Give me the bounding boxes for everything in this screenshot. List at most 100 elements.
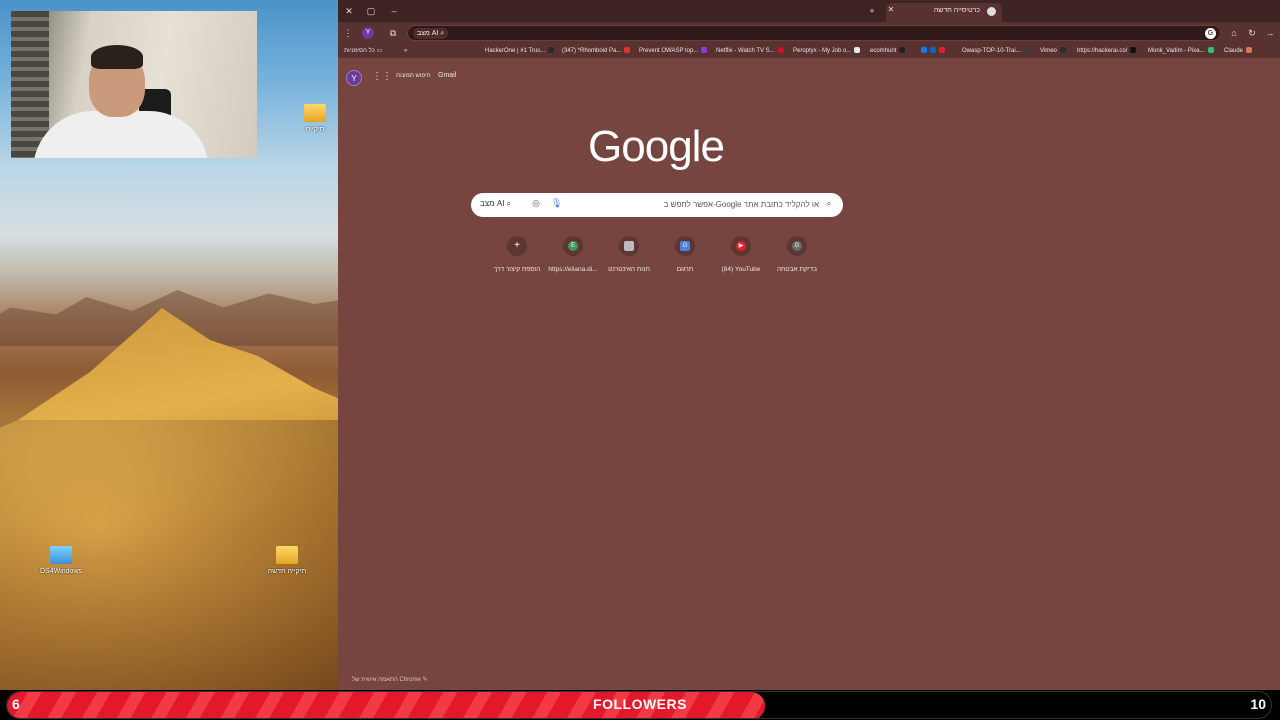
new-tab-icon[interactable]: + bbox=[865, 4, 879, 18]
bookmark-item[interactable]: https://hackerai.co/ bbox=[1077, 46, 1145, 56]
bookmark-item[interactable]: ecomhunt bbox=[870, 46, 914, 56]
bookmark-favicon-icon bbox=[854, 47, 861, 53]
shortcut-web-store[interactable]: חנות האינטרנט bbox=[601, 236, 657, 273]
bookmark-icon-group[interactable] bbox=[918, 46, 958, 56]
maximize-icon[interactable]: ▢ bbox=[364, 4, 378, 18]
desktop-icon-label: תיקייה חדשה bbox=[267, 568, 307, 575]
shortcut-security-check[interactable]: G בדיקת אבטחה bbox=[769, 236, 825, 273]
bookmark-item[interactable]: (347) *Rhomboid Pa... bbox=[562, 46, 632, 56]
bookmark-favicon-icon bbox=[1130, 47, 1137, 53]
netflix-icon bbox=[777, 47, 784, 53]
gmail-link[interactable]: Gmail bbox=[438, 72, 456, 79]
bookmark-item[interactable]: Vimeo bbox=[1040, 46, 1074, 56]
desktop-icon-new-folder[interactable]: תיקייה חדשה bbox=[258, 546, 316, 575]
bookmark-favicon-icon bbox=[548, 47, 555, 53]
ai-mode-chip-label: מצב AI bbox=[417, 30, 439, 37]
desktop-wallpaper: DS4Windows תיקייה חדשה תיקייה bbox=[0, 0, 338, 690]
all-bookmarks-label: כל הסימניות bbox=[344, 48, 375, 54]
bookmark-item[interactable]: Prevent OWASP top... bbox=[639, 46, 709, 56]
minimize-icon[interactable]: – bbox=[387, 4, 401, 18]
folder-icon bbox=[276, 546, 298, 564]
google-lens-icon[interactable]: G bbox=[1205, 28, 1216, 39]
bookmark-label: Owasp-TOP-10-Trai... bbox=[962, 48, 1021, 54]
bookmark-label: Vimeo bbox=[1040, 48, 1057, 54]
shortcut-bubble: G bbox=[787, 236, 807, 256]
desktop-icon-folder[interactable]: תיקייה bbox=[292, 104, 338, 133]
account-avatar[interactable]: Y bbox=[346, 70, 362, 86]
site-favicon-icon: E bbox=[568, 241, 578, 251]
facebook-icon bbox=[921, 47, 927, 53]
images-link[interactable]: חיפוש תמונות bbox=[396, 73, 431, 79]
ai-mode-button[interactable]: מצב AI ⌕ bbox=[480, 199, 511, 209]
shortcut-add[interactable]: + הוספת קיצור דרך bbox=[489, 236, 545, 273]
ai-mode-label: מצב AI bbox=[480, 199, 505, 208]
customize-chrome-label: התאמה אישית של Chrome bbox=[352, 677, 421, 683]
google-favicon-icon: G bbox=[792, 241, 802, 251]
linkedin-icon bbox=[930, 47, 936, 53]
youtube-icon bbox=[939, 47, 945, 53]
bookmark-item[interactable]: Claude bbox=[1224, 46, 1264, 56]
followers-goal: 10 bbox=[1250, 696, 1266, 712]
vimeo-icon bbox=[1059, 47, 1066, 53]
bookmark-label: ecomhunt bbox=[870, 48, 897, 54]
bookmark-item[interactable]: Monk_Vadim - Pixa... bbox=[1148, 46, 1220, 56]
bookmark-item[interactable]: HackerOne | #1 Trus... bbox=[485, 46, 555, 56]
tab-title: כרטיסייה חדשה bbox=[933, 7, 980, 14]
bookmark-favicon-icon bbox=[701, 47, 708, 53]
shortcut-bubble: + bbox=[507, 236, 527, 256]
person-shirt bbox=[33, 111, 209, 158]
search-box[interactable]: מצב AI ⌕ ◎ 🎙 אפשר לחפש ב-Google או להקלי… bbox=[471, 193, 843, 217]
bookmarks-bar: כל הסימניות ▭ « HackerOne | #1 Trus... (… bbox=[338, 44, 1280, 58]
profile-avatar[interactable]: Y bbox=[362, 27, 374, 39]
customize-chrome-button[interactable]: התאמה אישית של Chrome ✎ bbox=[352, 676, 428, 683]
pencil-icon: ✎ bbox=[422, 677, 428, 683]
google-lens-icon[interactable]: ◎ bbox=[530, 198, 542, 212]
bookmark-item[interactable]: Peroptyx - My Job o... bbox=[793, 46, 863, 56]
github-icon bbox=[1023, 47, 1030, 53]
shortcut-label: חנות האינטרנט bbox=[608, 266, 650, 273]
more-bookmarks-icon[interactable]: « bbox=[404, 46, 414, 56]
desktop-icon-ds4windows[interactable]: DS4Windows bbox=[32, 546, 90, 575]
apps-grid-icon[interactable]: ⋮⋮ bbox=[372, 71, 392, 83]
ai-mode-chip[interactable]: מצב AI ⌕ bbox=[413, 28, 449, 39]
tab-new-tab[interactable]: ✕ כרטיסייה חדשה bbox=[886, 3, 1002, 22]
webcam-overlay bbox=[11, 11, 257, 158]
home-icon[interactable]: ⌂ bbox=[1227, 26, 1241, 40]
shortcut-bubble: E bbox=[563, 236, 583, 256]
folder-icon: ▭ bbox=[376, 48, 383, 54]
microphone-icon[interactable]: 🎙 bbox=[551, 198, 562, 212]
chrome-favicon-icon bbox=[987, 7, 996, 16]
browser-toolbar: ⋮ Y ⧉ מצב AI ⌕ G ⌂ ↻ → bbox=[338, 22, 1280, 44]
back-arrow-icon[interactable]: → bbox=[1263, 26, 1277, 40]
all-bookmarks-button[interactable]: כל הסימניות ▭ bbox=[344, 46, 392, 56]
shortcut-label: (84) YouTube bbox=[721, 266, 761, 273]
claude-icon bbox=[1246, 47, 1253, 53]
shortcut-eliana[interactable]: E https://eliana.di... bbox=[545, 236, 601, 273]
plus-icon: + bbox=[514, 240, 520, 251]
shortcut-bubble bbox=[619, 236, 639, 256]
sparkle-search-icon: ⌕ bbox=[440, 30, 445, 37]
search-icon: ⌕ bbox=[826, 199, 832, 208]
tab-close-icon[interactable]: ✕ bbox=[886, 5, 896, 17]
bookmark-item[interactable]: Netflix - Watch TV S... bbox=[716, 46, 786, 56]
shortcut-translate[interactable]: G תרגום bbox=[657, 236, 713, 273]
shortcut-label: https://eliana.di... bbox=[548, 266, 598, 273]
reload-icon[interactable]: ↻ bbox=[1245, 26, 1259, 40]
youtube-icon: ▶ bbox=[736, 241, 746, 251]
extensions-icon[interactable]: ⧉ bbox=[386, 26, 400, 40]
google-logo-text: Google bbox=[588, 122, 725, 171]
menu-kebab-icon[interactable]: ⋮ bbox=[341, 26, 355, 40]
youtube-icon bbox=[624, 47, 631, 53]
shortcut-youtube[interactable]: ▶ (84) YouTube bbox=[713, 236, 769, 273]
bookmark-label: Peroptyx - My Job o... bbox=[793, 48, 852, 54]
person-hair bbox=[91, 45, 143, 69]
sparkle-search-icon: ⌕ bbox=[506, 199, 512, 208]
desktop-icon-label: תיקייה bbox=[305, 126, 325, 133]
desktop-icon-label: DS4Windows bbox=[39, 568, 82, 575]
bookmark-label: (347) *Rhomboid Pa... bbox=[562, 48, 622, 54]
address-bar[interactable]: מצב AI ⌕ G bbox=[407, 25, 1221, 41]
close-window-icon[interactable]: ✕ bbox=[342, 4, 356, 18]
bookmark-item[interactable]: Owasp-TOP-10-Trai... bbox=[962, 46, 1032, 56]
shortcut-label: בדיקת אבטחה bbox=[777, 266, 817, 273]
shortcut-bubble: ▶ bbox=[731, 236, 751, 256]
